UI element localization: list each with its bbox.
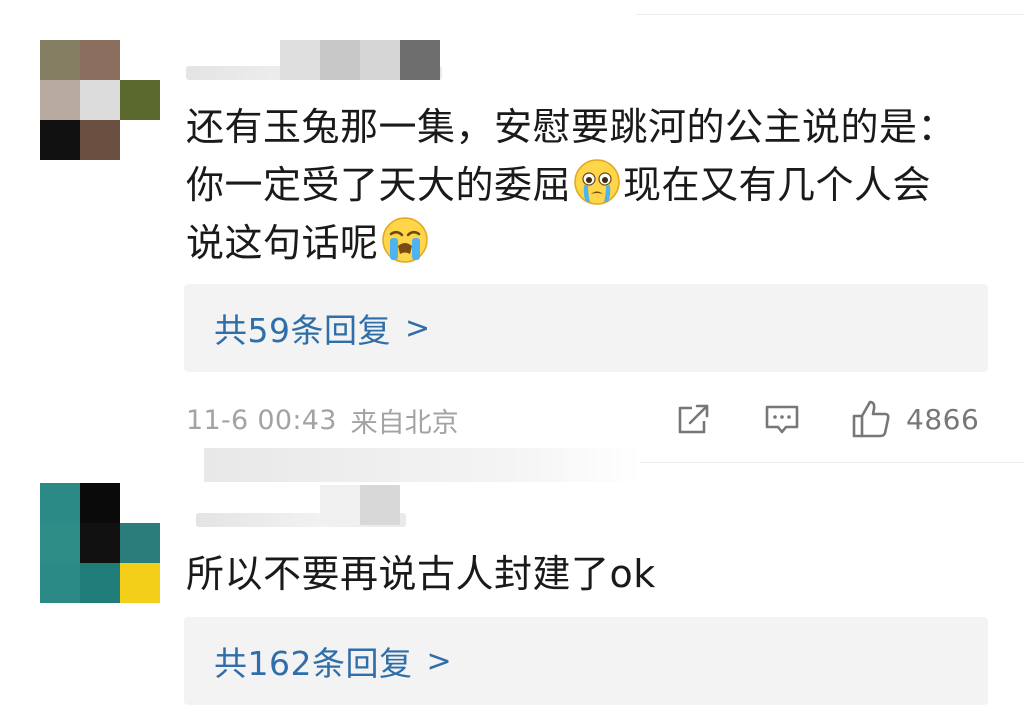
view-replies-button[interactable]: 共162条回复 > xyxy=(184,617,988,705)
comment-item: 还有玉兔那一集，安慰要跳河的公主说的是： 你一定受了天大的委屈 现在又有几个人会… xyxy=(0,0,1024,462)
comment-item: 所以不要再说古人封建了ok 共162条回复 > xyxy=(0,463,1024,724)
chevron-right-icon: > xyxy=(405,310,431,346)
comment-text-line2b: 现在又有几个人会 xyxy=(623,163,932,207)
like-button[interactable]: 4866 xyxy=(850,396,979,442)
avatar[interactable] xyxy=(40,483,160,603)
reply-count-label: 共162条回复 xyxy=(214,644,413,683)
comment-text-line1: 还有玉兔那一集，安慰要跳河的公主说的是： xyxy=(186,105,957,149)
username-mosaic xyxy=(280,40,440,80)
share-icon xyxy=(678,404,709,434)
timestamp: 11-6 00:43 xyxy=(186,404,337,436)
location: 来自北京 xyxy=(350,407,459,439)
like-count: 4866 xyxy=(906,402,980,436)
view-replies-button[interactable]: 共59条回复 > xyxy=(184,284,988,372)
loudly-crying-face-emoji-icon xyxy=(381,217,428,263)
comment-text-line3: 说这句话呢 xyxy=(186,221,379,265)
chevron-right-icon: > xyxy=(426,643,452,679)
username-mosaic xyxy=(320,485,400,525)
avatar[interactable] xyxy=(40,40,160,160)
share-button[interactable] xyxy=(674,396,714,442)
crying-face-emoji-icon xyxy=(574,159,620,205)
comment-text: 还有玉兔那一集，安慰要跳河的公主说的是： 你一定受了天大的委屈 现在又有几个人会… xyxy=(186,98,986,272)
comment-button[interactable] xyxy=(762,396,802,442)
reply-count-label: 共59条回复 xyxy=(214,311,391,350)
comment-text: 所以不要再说古人封建了ok xyxy=(186,552,656,596)
comment-icon xyxy=(765,405,799,434)
comment-text-line2a: 你一定受了天大的委屈 xyxy=(186,163,572,207)
thumbs-up-icon xyxy=(852,400,890,438)
